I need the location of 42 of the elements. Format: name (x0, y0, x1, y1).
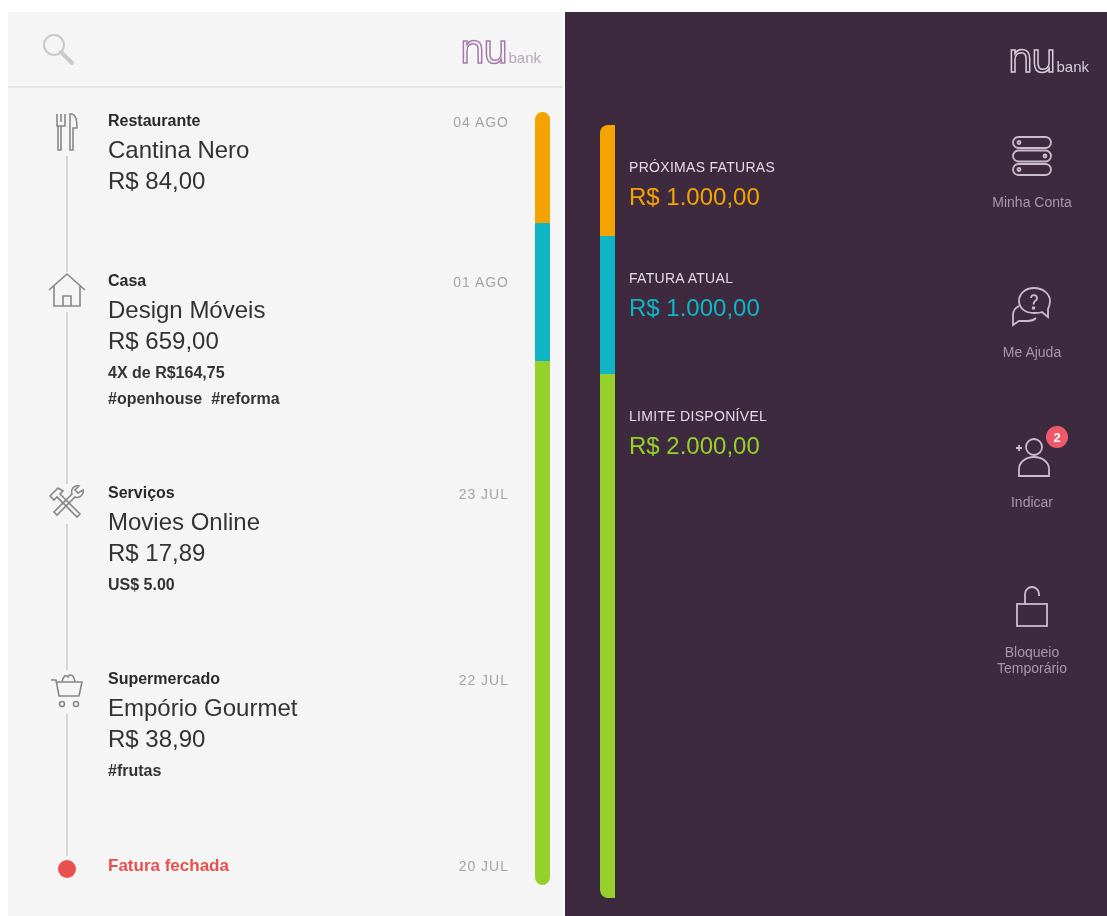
date-label: 20 JUL (458, 857, 510, 876)
summary-amount: R$ 1.000,00 (629, 183, 761, 211)
summary-label: PRÓXIMAS FATURAS (629, 159, 776, 175)
merchant-name: Design Móveis (108, 295, 267, 325)
house-icon (47, 272, 87, 308)
nav-label[interactable]: Minha Conta (982, 194, 1082, 210)
closing-dot (58, 860, 76, 878)
tools-icon (47, 484, 87, 520)
date-label: 01 AGO (453, 273, 510, 292)
summary-label: LIMITE DISPONÍVEL (629, 407, 768, 424)
category-label: Supermercado (108, 670, 222, 688)
nav-label[interactable]: Indicar (982, 494, 1082, 510)
category-label: Serviços (108, 484, 176, 502)
logo-mark: nu (459, 31, 507, 67)
logo-word: bank (1056, 58, 1089, 76)
nav-label[interactable]: Bloqueio Temporário (982, 644, 1082, 676)
logo-mark: nu (1007, 40, 1055, 76)
summary-amount: R$ 2.000,00 (629, 431, 761, 460)
transaction-note: 4X de R$164,75 (108, 364, 226, 382)
date-label: 23 JUL (458, 485, 510, 504)
summary-label: FATURA ATUAL (629, 269, 735, 286)
amount: R$ 38,90 (108, 724, 207, 754)
merchant-name: Cantina Nero (108, 135, 251, 165)
date-label: 22 JUL (458, 671, 510, 690)
transaction-note: #frutas (108, 762, 163, 780)
amount: R$ 659,00 (108, 326, 220, 356)
amount: R$ 84,00 (108, 166, 207, 196)
transaction-note: US$ 5.00 (108, 576, 176, 594)
server-stack-icon[interactable] (1010, 134, 1054, 178)
transaction-note: #openhouse #reforma (108, 390, 281, 408)
date-label: 04 AGO (453, 113, 510, 132)
help-chat-icon[interactable] (1010, 284, 1054, 328)
merchant-name: Movies Online (108, 507, 262, 537)
summary-amount: R$ 1.000,00 (629, 293, 760, 322)
category-label: Casa (108, 272, 148, 290)
notification-badge: 2 (1046, 426, 1068, 448)
merchant-name: Empório Gourmet (108, 693, 299, 723)
category-label: Restaurante (108, 112, 202, 130)
logo-word: bank (508, 49, 541, 67)
amount: R$ 17,89 (108, 538, 207, 568)
nav-label[interactable]: Me Ajuda (982, 344, 1082, 360)
category-label: Fatura fechada (108, 856, 230, 876)
